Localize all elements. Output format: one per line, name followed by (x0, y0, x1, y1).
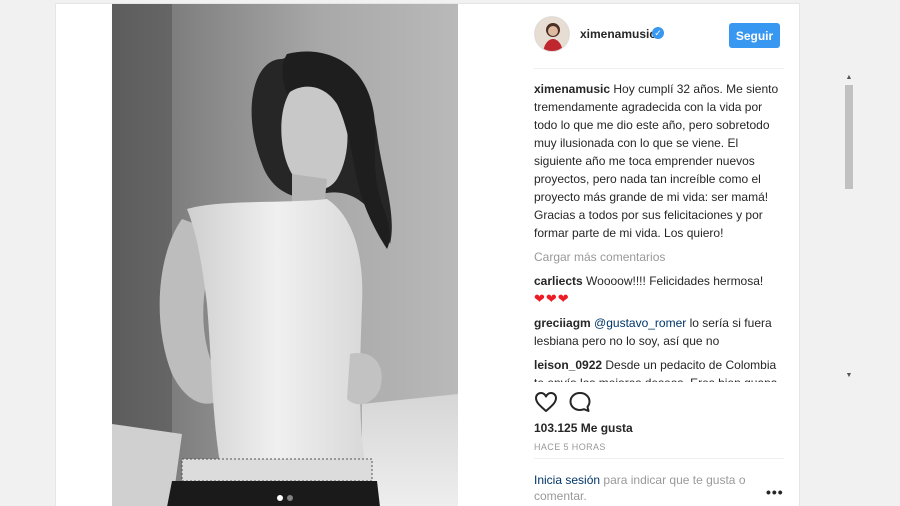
carousel-dot-1[interactable] (277, 495, 283, 501)
post-card: ximenamusic ✓ Seguir ximenamusic Hoy cum… (55, 3, 855, 506)
post-sidebar: ximenamusic ✓ Seguir ximenamusic Hoy cum… (534, 4, 855, 506)
post-header: ximenamusic ✓ Seguir (534, 16, 784, 56)
caption-username[interactable]: ximenamusic (534, 82, 610, 96)
caption: ximenamusic Hoy cumplí 32 años. Me sient… (534, 80, 782, 242)
login-prompt: Inicia sesión para indicar que te gusta … (534, 472, 759, 504)
load-more-comments[interactable]: Cargar más comentarios (534, 248, 782, 266)
carousel-dot-2[interactable] (287, 495, 293, 501)
post-timestamp[interactable]: HACE 5 HORAS (534, 442, 606, 452)
follow-button[interactable]: Seguir (729, 23, 780, 48)
heart-outline-icon[interactable] (534, 390, 558, 414)
avatar-image (535, 17, 569, 51)
heart-emoji-icon: ❤❤❤ (534, 291, 570, 306)
header-divider (534, 68, 784, 69)
photo-illustration (112, 4, 458, 506)
scroll-down-arrow-icon[interactable]: ▼ (843, 370, 855, 382)
comment-item: leison_0922 Desde un pedacito de Colombi… (534, 356, 782, 382)
comment-item: greciiagm @gustavo_romer lo sería si fue… (534, 314, 782, 350)
like-count[interactable]: 103.125 Me gusta (534, 421, 633, 435)
post-photo[interactable] (112, 4, 458, 506)
scroll-up-arrow-icon[interactable]: ▲ (843, 72, 855, 84)
caption-text: Hoy cumplí 32 años. Me siento tremendame… (534, 82, 779, 240)
comment-username[interactable]: greciiagm (534, 316, 591, 330)
comment-mention[interactable]: @gustavo_romer (594, 316, 686, 330)
author-username[interactable]: ximenamusic (580, 27, 656, 41)
speech-bubble-icon[interactable] (568, 390, 592, 414)
comment-username[interactable]: leison_0922 (534, 358, 602, 372)
comment-text: Woooow!!!! Felicidades hermosa! (586, 274, 764, 288)
comment-item: carliects Woooow!!!! Felicidades hermosa… (534, 272, 782, 308)
comment-username[interactable]: carliects (534, 274, 583, 288)
verified-badge-icon: ✓ (652, 27, 664, 39)
post-actions (534, 390, 784, 416)
avatar[interactable] (534, 16, 570, 52)
ellipsis-icon[interactable]: ••• (766, 484, 784, 500)
login-link[interactable]: Inicia sesión (534, 473, 600, 487)
comments-list[interactable]: ximenamusic Hoy cumplí 32 años. Me sient… (534, 80, 796, 382)
comments-scrollbar[interactable]: ▲ ▼ (843, 72, 855, 382)
carousel-dots (112, 495, 458, 501)
footer-divider (534, 458, 784, 459)
scrollbar-thumb[interactable] (845, 85, 853, 189)
